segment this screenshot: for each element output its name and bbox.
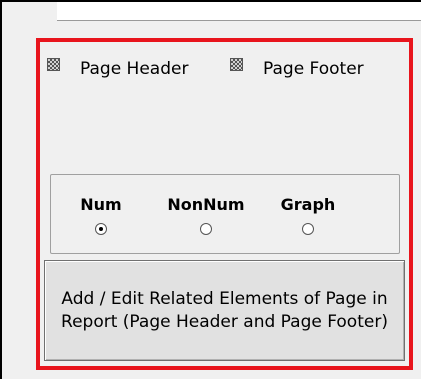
view-mode-group: Num NonNum Graph	[50, 174, 400, 254]
checkbox-row: Page Header Page Footer	[47, 56, 409, 86]
edit-related-elements-button[interactable]: Add / Edit Related Elements of Page in R…	[44, 260, 405, 361]
radio-option-graph[interactable]: Graph	[263, 195, 353, 239]
radio-label-graph: Graph	[280, 195, 336, 214]
radio-graph[interactable]	[302, 223, 314, 235]
page-header-checkbox[interactable]	[47, 58, 60, 71]
radio-num[interactable]	[95, 223, 107, 235]
radio-option-num[interactable]: Num	[56, 195, 146, 239]
radio-label-num: Num	[80, 195, 122, 214]
top-strip	[57, 2, 421, 21]
dialog-frame: Page Header Page Footer Num NonNum Graph…	[0, 0, 421, 379]
radio-option-nonnum[interactable]: NonNum	[161, 195, 251, 239]
radio-nonnum[interactable]	[200, 223, 212, 235]
page-footer-label: Page Footer	[263, 59, 364, 79]
page-options-panel: Page Header Page Footer Num NonNum Graph…	[36, 38, 413, 370]
edit-related-elements-label: Add / Edit Related Elements of Page in R…	[61, 288, 388, 332]
radio-label-nonnum: NonNum	[167, 195, 245, 214]
page-footer-checkbox[interactable]	[230, 58, 243, 71]
page-header-label: Page Header	[80, 59, 189, 79]
